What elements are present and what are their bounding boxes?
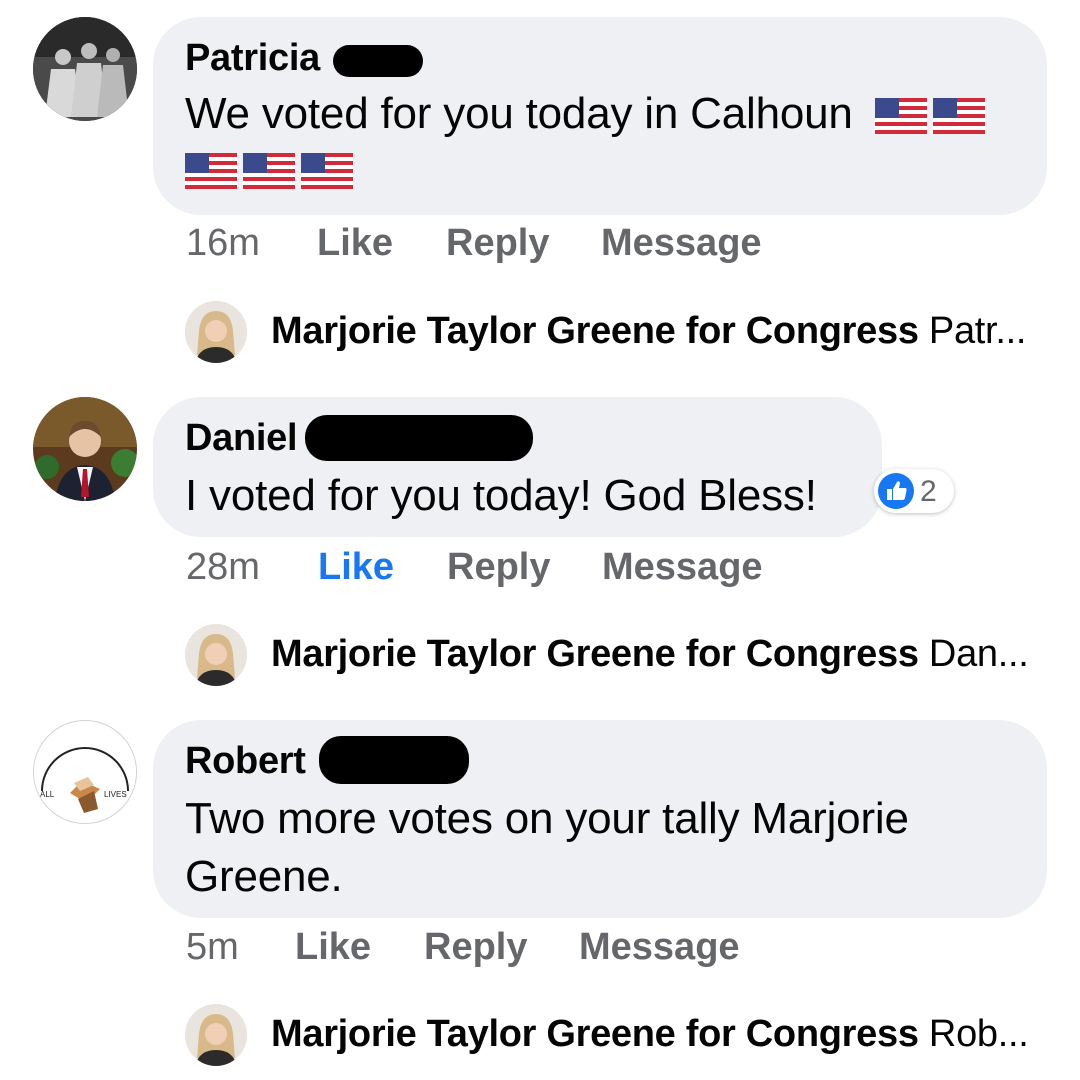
reply-button[interactable]: Reply <box>424 926 527 969</box>
profile-photo-icon <box>185 624 247 686</box>
reply-author-name: Marjorie Taylor Greene for Congress <box>271 310 919 352</box>
reply-snippet: Patr... <box>928 310 1027 352</box>
comment-actions: 28m Like Reply Message <box>186 546 886 596</box>
comment-timestamp[interactable]: 5m <box>186 926 239 969</box>
logo-icon: ALL LIVES <box>34 721 136 823</box>
comment-author[interactable]: Patricia <box>185 37 320 80</box>
message-button[interactable]: Message <box>602 546 763 589</box>
reply-preview[interactable]: Marjorie Taylor Greene for Congress Patr… <box>185 301 1065 365</box>
comment-author[interactable]: Daniel <box>185 417 298 460</box>
us-flag-icon <box>301 153 353 189</box>
reaction-count: 2 <box>920 475 937 508</box>
thumbs-up-icon <box>878 473 914 509</box>
reply-button[interactable]: Reply <box>447 546 550 589</box>
logo-text-right: LIVES <box>104 790 127 799</box>
comment-text: I voted for you today! God Bless! <box>185 471 817 520</box>
like-button[interactable]: Like <box>317 222 393 265</box>
comment-timestamp[interactable]: 28m <box>186 546 260 589</box>
user-avatar-robert[interactable]: ALL LIVES <box>33 720 137 824</box>
comment-bubble[interactable]: Patricia We voted for you today in Calho… <box>153 17 1047 215</box>
reply-preview[interactable]: Marjorie Taylor Greene for Congress Rob.… <box>185 1004 1065 1068</box>
message-button[interactable]: Message <box>579 926 740 969</box>
reply-author: Marjorie Taylor Greene for Congress Rob.… <box>271 1013 1029 1056</box>
logo-text-left: ALL <box>40 790 55 799</box>
reaction-badge[interactable]: 2 <box>874 469 954 513</box>
comment-text-line: Two more votes on your tally Marjorie <box>185 794 909 843</box>
reply-snippet: Dan... <box>928 633 1029 675</box>
redaction-mark <box>305 415 533 461</box>
reply-button[interactable]: Reply <box>446 222 549 265</box>
comment-author[interactable]: Robert <box>185 740 306 783</box>
page-avatar[interactable] <box>185 301 247 363</box>
comment-text: We voted for you today in Calhoun <box>185 89 991 139</box>
comment-text-line: Greene. <box>185 852 343 901</box>
comment-bubble[interactable]: Daniel I voted for you today! God Bless! <box>153 397 882 537</box>
user-avatar-patricia[interactable] <box>33 17 137 121</box>
reply-author-name: Marjorie Taylor Greene for Congress <box>271 1013 919 1055</box>
comment-text-line: We voted for you today in Calhoun <box>185 89 853 138</box>
us-flag-icon <box>932 98 985 135</box>
page-avatar[interactable] <box>185 624 247 686</box>
page-avatar[interactable] <box>185 1004 247 1066</box>
comment-timestamp[interactable]: 16m <box>186 222 260 265</box>
message-button[interactable]: Message <box>601 222 762 265</box>
like-button[interactable]: Like <box>295 926 371 969</box>
reply-author-name: Marjorie Taylor Greene for Congress <box>271 633 919 675</box>
reply-preview[interactable]: Marjorie Taylor Greene for Congress Dan.… <box>185 624 1065 688</box>
us-flag-icon <box>874 98 927 135</box>
reply-author: Marjorie Taylor Greene for Congress Dan.… <box>271 633 1029 676</box>
comment-actions: 16m Like Reply Message <box>186 222 886 272</box>
photo-icon <box>33 397 137 501</box>
reply-snippet: Rob... <box>928 1013 1029 1055</box>
profile-photo-icon <box>185 1004 247 1066</box>
like-button[interactable]: Like <box>318 546 394 589</box>
photo-icon <box>33 17 137 121</box>
reply-author: Marjorie Taylor Greene for Congress Patr… <box>271 310 1026 353</box>
comment-bubble[interactable]: Robert Two more votes on your tally Marj… <box>153 720 1047 918</box>
us-flag-icon <box>243 153 295 189</box>
comment-actions: 5m Like Reply Message <box>186 926 886 976</box>
us-flag-icon <box>185 153 237 189</box>
redaction-mark <box>333 45 423 77</box>
emoji-line <box>185 153 359 189</box>
emoji-group <box>874 89 991 138</box>
redaction-mark <box>319 736 469 784</box>
user-avatar-daniel[interactable] <box>33 397 137 501</box>
profile-photo-icon <box>185 301 247 363</box>
